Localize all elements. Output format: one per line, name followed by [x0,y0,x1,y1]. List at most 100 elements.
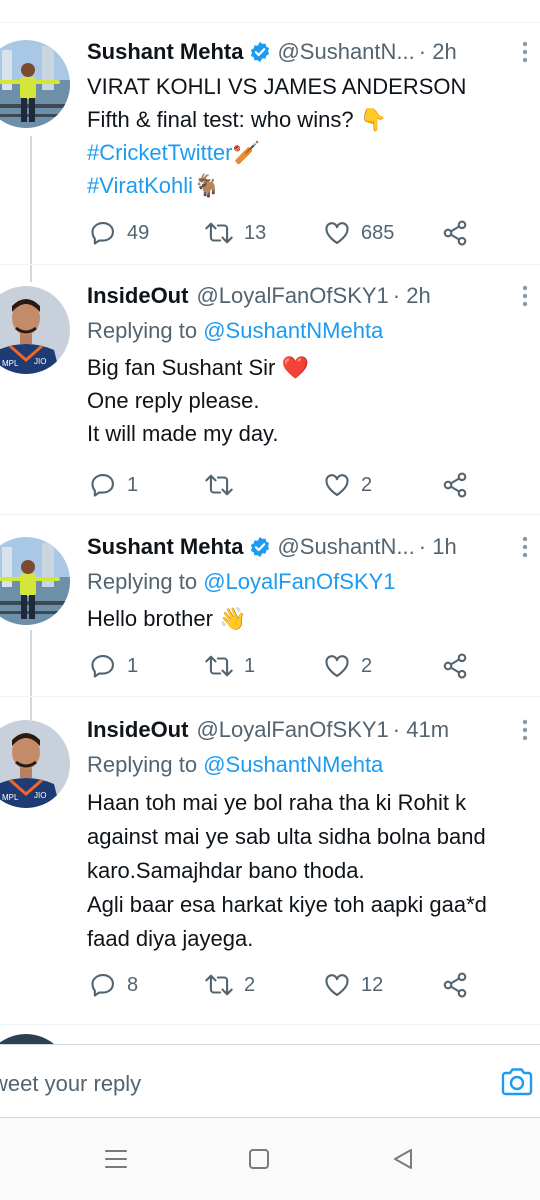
reply-icon [91,974,114,997]
tweet-3[interactable]: Sushant Mehta @SushantN... · 1h Replying… [0,529,540,694]
tweet-1[interactable]: Sushant Mehta @SushantN... · 2h VIRAT KO… [0,34,540,264]
tweet-text: Big fan Sushant Sir ❤️ One reply please.… [87,351,540,450]
tweet-4[interactable]: MPL JIO InsideOut @LoyalFanOfSKY1 · 41m … [0,712,540,1022]
like-button[interactable]: 2 [323,469,372,501]
reply-input-placeholder[interactable]: weet your reply [0,1071,141,1097]
cricket-emoji: 🏏 [232,140,260,165]
tweet-text: Hello brother 👋 [87,602,540,635]
tweet-line: Hello brother 👋 [87,606,247,631]
author-handle[interactable]: @SushantN... [277,534,414,560]
replying-to: Replying to @SushantNMehta [87,318,384,343]
reply-icon [91,222,114,245]
reply-count: 8 [127,973,139,996]
back-triangle-icon[interactable] [392,1148,414,1170]
tweet-actions: 1 2 [87,469,487,501]
tweet-line: Fifth & final test: who wins? 👇 [87,107,388,132]
tweet-divider [0,1024,540,1025]
verified-badge-icon [251,536,270,558]
avatar[interactable]: MPL JIO [0,286,70,374]
author-name[interactable]: Sushant Mehta [87,534,243,560]
tweet-actions: 1 1 2 [87,650,487,682]
like-button[interactable]: 685 [323,217,394,249]
goat-emoji: 🐐 [193,173,221,198]
replying-to-handle[interactable]: @LoyalFanOfSKY1 [203,569,395,594]
tweet-line: faad diya jayega. [87,926,254,951]
share-icon [443,220,467,246]
hashtag-cricket-twitter[interactable]: #CricketTwitter [87,140,232,165]
retweet-count: 13 [244,221,267,244]
heart-icon [325,655,349,677]
like-count: 2 [361,654,373,677]
retweet-button[interactable]: 2 [204,969,255,1001]
share-icon [443,653,467,679]
svg-text:JIO: JIO [34,791,46,800]
more-options-icon[interactable] [522,535,528,559]
tweet-text: VIRAT KOHLI VS JAMES ANDERSON Fifth & fi… [87,70,540,202]
more-options-icon[interactable] [522,40,528,64]
tweet-time[interactable]: · 1h [419,534,457,560]
share-button[interactable] [441,650,469,682]
replying-to-handle[interactable]: @SushantNMehta [203,318,383,343]
author-handle[interactable]: @LoyalFanOfSKY1 [196,717,388,743]
reply-count: 1 [127,654,139,677]
reply-count: 49 [127,221,150,244]
tweet-divider [0,514,540,515]
tweet-text: Haan toh mai ye bol raha tha ki Rohit k … [87,786,540,956]
like-button[interactable]: 2 [323,650,372,682]
like-button[interactable]: 12 [323,969,383,1001]
heart-icon [325,474,349,496]
more-options-icon[interactable] [522,284,528,308]
menu-icon[interactable] [104,1148,128,1170]
share-icon [443,972,467,998]
tweet-divider [0,696,540,697]
camera-icon[interactable] [500,1067,534,1097]
replying-to-handle[interactable]: @SushantNMehta [203,752,383,777]
tweet-line: Agli baar esa harkat kiye toh aapki gaa*… [87,892,487,917]
retweet-button[interactable]: 1 [204,650,255,682]
tweet-line: #CricketTwitter🏏 [87,136,540,169]
replying-to: Replying to @LoyalFanOfSKY1 [87,569,396,594]
author-name[interactable]: Sushant Mehta [87,39,243,65]
author-name[interactable]: InsideOut [87,717,188,743]
heart-icon [325,222,349,244]
tweet-2[interactable]: MPL JIO InsideOut @LoyalFanOfSKY1 · 2h R… [0,278,540,513]
share-button[interactable] [441,969,469,1001]
author-name[interactable]: InsideOut [87,283,188,309]
retweet-icon [205,474,233,496]
retweet-button[interactable] [204,469,244,501]
verified-badge-icon [251,41,270,63]
home-square-icon[interactable] [248,1148,270,1170]
tweet-line: #ViratKohli🐐 [87,169,540,202]
tweet-time[interactable]: · 2h [393,283,431,309]
reply-button[interactable]: 8 [89,969,138,1001]
top-divider [0,22,540,23]
author-handle[interactable]: @LoyalFanOfSKY1 [196,283,388,309]
retweet-button[interactable]: 13 [204,217,266,249]
avatar[interactable] [0,40,70,128]
author-handle[interactable]: @SushantN... [277,39,414,65]
share-button[interactable] [441,217,469,249]
reply-count: 1 [127,473,139,496]
tweet-time[interactable]: · 41m [393,717,449,743]
tweet-line: Haan toh mai ye bol raha tha ki Rohit k [87,790,467,815]
tweet-actions: 8 2 12 [87,969,487,1001]
tweet-line: It will made my day. [87,421,279,446]
tweet-line: Big fan Sushant Sir ❤️ [87,355,309,380]
retweet-count: 1 [244,654,256,677]
avatar[interactable]: MPL JIO [0,720,70,808]
red-heart-emoji: ❤️ [281,355,309,380]
hashtag-virat-kohli[interactable]: #ViratKohli [87,173,193,198]
reply-icon [91,655,114,678]
more-options-icon[interactable] [522,718,528,742]
waving-hand-emoji: 👋 [219,606,247,631]
reply-composer[interactable]: weet your reply [0,1044,540,1118]
tweet-line: karo.Samajhdar bano thoda. [87,858,365,883]
reply-button[interactable]: 1 [89,469,138,501]
reply-button[interactable]: 1 [89,650,138,682]
share-button[interactable] [441,469,469,501]
reply-button[interactable]: 49 [89,217,149,249]
retweet-count: 2 [244,973,256,996]
tweet-line: against mai ye sab ulta sidha bolna band [87,824,486,849]
tweet-time[interactable]: · 2h [419,39,457,65]
avatar[interactable] [0,537,70,625]
